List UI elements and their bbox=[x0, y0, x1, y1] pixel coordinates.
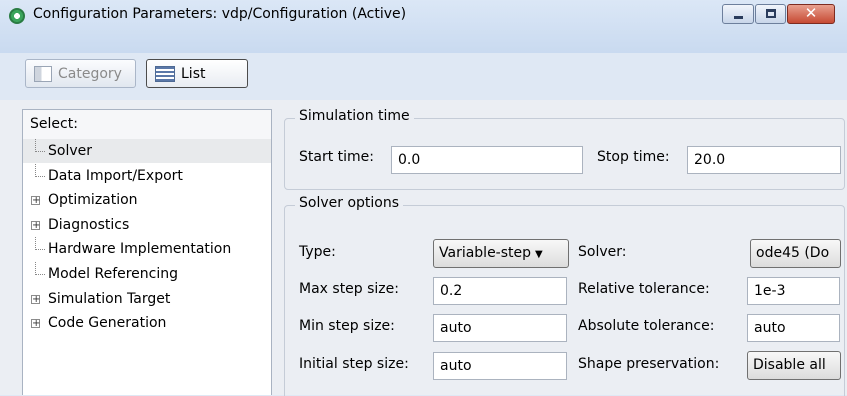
start-time-input[interactable]: 0.0 bbox=[391, 146, 583, 174]
type-label: Type: bbox=[299, 244, 336, 260]
chevron-down-icon: ▼ bbox=[535, 249, 543, 260]
tree-connector bbox=[35, 262, 45, 275]
toolbar: Category List bbox=[0, 53, 847, 100]
solver-label: Solver: bbox=[578, 244, 627, 260]
maximize-button[interactable] bbox=[755, 4, 786, 24]
category-view-label: Category bbox=[58, 65, 122, 82]
maximize-icon bbox=[766, 9, 776, 18]
simulink-config-icon bbox=[9, 8, 25, 24]
solver-dropdown[interactable]: ode45 (Do bbox=[750, 239, 841, 268]
stop-time-input[interactable]: 20.0 bbox=[687, 146, 841, 174]
solver-type-dropdown[interactable]: Variable-step ▼ bbox=[433, 239, 569, 268]
start-time-label: Start time: bbox=[299, 149, 374, 165]
category-view-button[interactable]: Category bbox=[25, 59, 136, 88]
tree-item-label: Model Referencing bbox=[48, 266, 179, 282]
category-tree: Select: Solver Data Import/Export + Optimiz… bbox=[22, 109, 272, 395]
window-title: Configuration Parameters: vdp/Configurat… bbox=[33, 6, 407, 22]
tree-item-label: Diagnostics bbox=[48, 216, 130, 233]
tree-connector bbox=[35, 139, 45, 152]
solver-options-legend: Solver options bbox=[295, 195, 404, 211]
absolute-tolerance-label: Absolute tolerance: bbox=[578, 318, 715, 334]
expand-icon[interactable]: + bbox=[31, 220, 40, 230]
category-icon bbox=[34, 65, 52, 82]
expand-icon[interactable]: + bbox=[31, 319, 40, 329]
min-step-size-label: Min step size: bbox=[299, 318, 395, 334]
solver-options-group: Solver options Type: Variable-step ▼ Solv… bbox=[284, 195, 845, 396]
tree-connector bbox=[35, 163, 45, 177]
tree-item-label: Data Import/Export bbox=[48, 167, 183, 184]
list-view-label: List bbox=[181, 65, 206, 82]
max-step-size-input[interactable]: 0.2 bbox=[433, 277, 567, 305]
title-bar: Configuration Parameters: vdp/Configurat… bbox=[0, 0, 847, 53]
list-view-button[interactable]: List bbox=[146, 59, 248, 88]
tree-item-label: Code Generation bbox=[48, 315, 167, 332]
expand-icon[interactable]: + bbox=[31, 294, 40, 304]
tree-item-label: Optimization bbox=[48, 192, 138, 209]
tree-connector bbox=[35, 237, 45, 251]
list-icon bbox=[155, 65, 175, 82]
tree-item-label: Hardware Implementation bbox=[48, 241, 232, 258]
content-area: Select: Solver Data Import/Export + Optimiz… bbox=[0, 100, 847, 396]
simulation-time-legend: Simulation time bbox=[295, 108, 414, 124]
tree-header: Select: bbox=[23, 110, 271, 140]
relative-tolerance-input[interactable]: 1e-3 bbox=[747, 277, 840, 305]
relative-tolerance-label: Relative tolerance: bbox=[578, 281, 710, 297]
minimize-button[interactable] bbox=[722, 4, 754, 24]
shape-preservation-label: Shape preservation: bbox=[578, 356, 720, 372]
initial-step-size-label: Initial step size: bbox=[299, 356, 409, 372]
minimize-icon bbox=[734, 16, 743, 19]
shape-preservation-dropdown[interactable]: Disable all bbox=[747, 351, 841, 380]
absolute-tolerance-input[interactable]: auto bbox=[747, 314, 840, 342]
initial-step-size-input[interactable]: auto bbox=[433, 352, 567, 380]
close-button[interactable]: ✕ bbox=[787, 4, 835, 24]
min-step-size-input[interactable]: auto bbox=[433, 314, 567, 342]
tree-item[interactable]: Solver bbox=[23, 139, 271, 163]
close-icon: ✕ bbox=[804, 4, 818, 22]
stop-time-label: Stop time: bbox=[597, 149, 670, 165]
expand-icon[interactable]: + bbox=[31, 196, 40, 206]
tree-item-label: Solver bbox=[48, 143, 92, 159]
max-step-size-label: Max step size: bbox=[299, 281, 399, 297]
simulation-time-group: Simulation time Start time: 0.0 Stop tim… bbox=[284, 108, 845, 190]
tree-item-label: Simulation Target bbox=[48, 290, 171, 307]
solver-type-value: Variable-step bbox=[439, 245, 532, 261]
